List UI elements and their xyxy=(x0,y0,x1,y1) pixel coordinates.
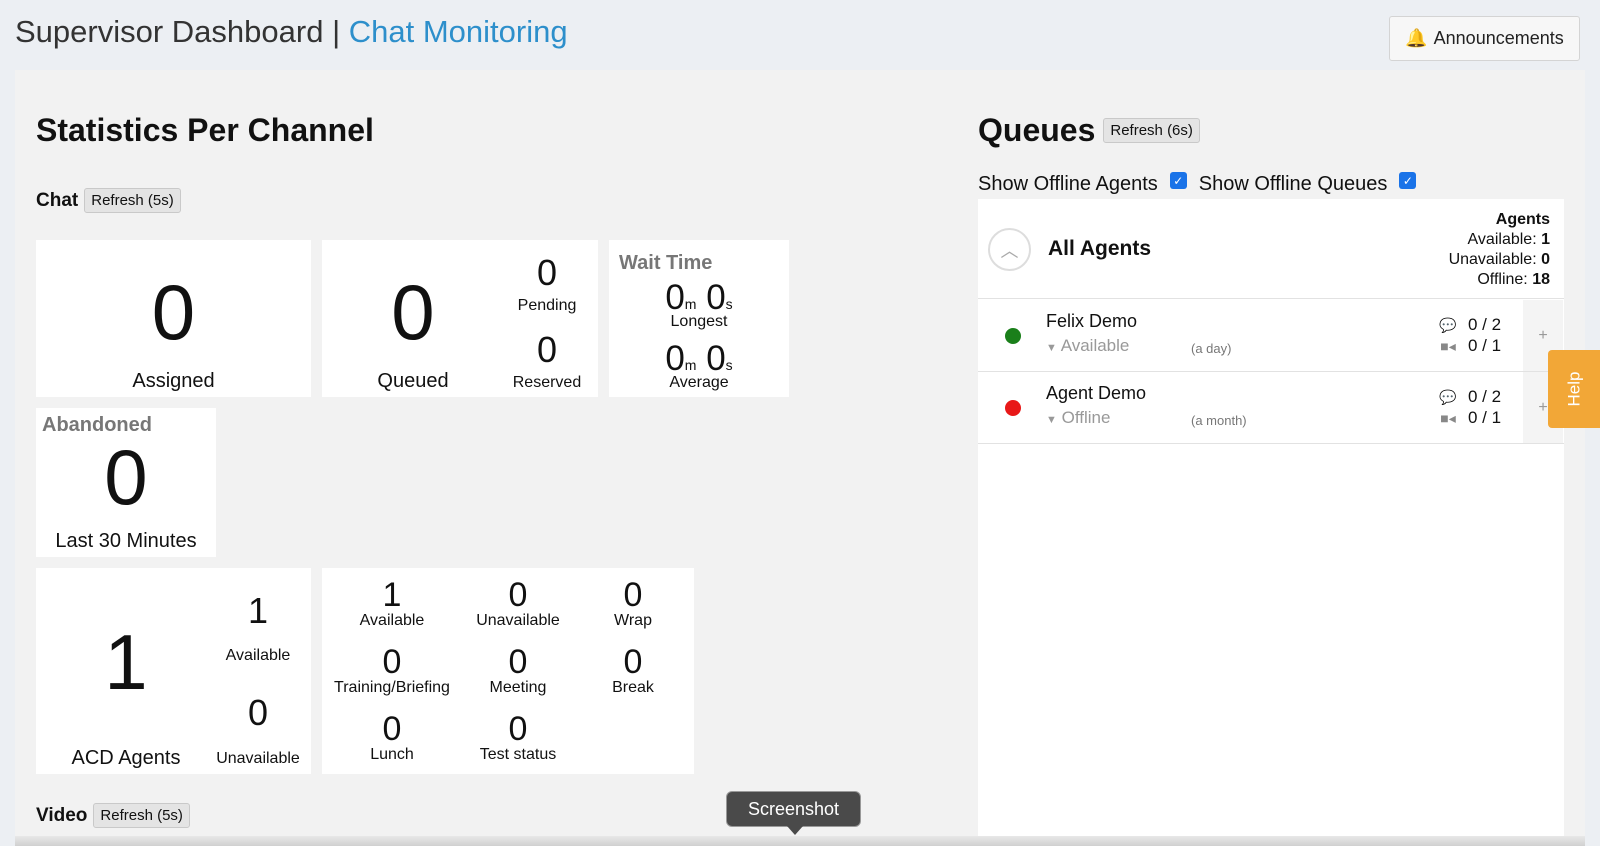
state-cell: 0 Wrap xyxy=(614,576,652,629)
average-label: Average xyxy=(669,374,729,391)
chat-label: Chat xyxy=(36,189,79,211)
abandoned-value: 0 xyxy=(104,433,148,521)
video-label: Video xyxy=(36,804,88,826)
acd-unavailable-label: Unavailable xyxy=(216,750,300,767)
assigned-value: 0 xyxy=(151,268,196,356)
acd-available-value: 1 xyxy=(247,590,269,631)
abandoned-card: Abandoned 0 Last 30 Minutes xyxy=(36,408,216,557)
average-value: 0m 0s xyxy=(665,339,733,378)
queued-value: 0 xyxy=(391,268,435,356)
chat-capacity: 💬 0 / 2 xyxy=(1439,315,1502,334)
announcements-button[interactable]: 🔔 Announcements xyxy=(1389,16,1580,61)
acd-agents-label: ACD Agents xyxy=(71,747,181,769)
agent-row[interactable]: Agent Demo ▼ Offline (a month) 💬 0 / 2 ■◂… xyxy=(978,372,1564,444)
agent-status-dropdown[interactable]: ▼ Available xyxy=(1046,336,1129,356)
acd-agents-value: 1 xyxy=(104,618,148,706)
collapse-chevron-icon[interactable]: ︿ xyxy=(988,228,1031,271)
state-cell: 0 Training/Briefing xyxy=(334,643,450,696)
agent-status-dropdown[interactable]: ▼ Offline xyxy=(1046,408,1110,428)
wait-time-title: Wait Time xyxy=(619,252,713,274)
chat-section-label: Chat Refresh (5s) xyxy=(36,188,181,213)
acd-agents-card: 1 ACD Agents 1 Available 0 Unavailable xyxy=(36,568,311,774)
bottom-shadow xyxy=(15,836,1585,846)
agent-status-since: (a day) xyxy=(1191,341,1232,356)
longest-value: 0m 0s xyxy=(665,278,733,317)
assigned-card: 0 Assigned xyxy=(36,240,311,397)
video-capacity: ■◂ 0 / 1 xyxy=(1438,408,1501,428)
abandoned-label: Last 30 Minutes xyxy=(55,530,197,552)
show-offline-agents-label: Show Offline Agents xyxy=(978,173,1158,195)
queues-header: Queues Refresh (6s) xyxy=(978,112,1200,149)
title-separator: | xyxy=(332,14,341,49)
chat-monitoring-link[interactable]: Chat Monitoring xyxy=(349,14,568,49)
video-section-label: Video Refresh (5s) xyxy=(36,803,190,828)
all-agents-row: ︿ All Agents Agents Available: 1 Unavail… xyxy=(978,199,1564,299)
acd-unavailable-value: 0 xyxy=(247,692,269,733)
show-offline-queues-label: Show Offline Queues xyxy=(1198,173,1388,195)
pending-value: 0 xyxy=(536,252,558,293)
statistics-title: Statistics Per Channel xyxy=(36,112,374,148)
video-camera-icon: ■◂ xyxy=(1440,409,1456,426)
wait-time-card: Wait Time 0m 0s Longest 0m 0s Average xyxy=(609,240,789,397)
bell-icon: 🔔 xyxy=(1405,28,1428,48)
longest-label: Longest xyxy=(670,313,728,330)
assigned-label: Assigned xyxy=(132,370,215,392)
state-cell: 0 Test status xyxy=(479,710,557,763)
pending-label: Pending xyxy=(517,297,577,314)
all-agents-label: All Agents xyxy=(1048,237,1152,260)
reserved-label: Reserved xyxy=(512,374,582,391)
video-refresh-button[interactable]: Refresh (5s) xyxy=(93,803,190,828)
offline-toggles: Show Offline Agents ✓ Show Offline Queue… xyxy=(978,172,1417,197)
page-title: Supervisor Dashboard xyxy=(15,14,324,49)
agent-states-card: 1 Available 0 Unavailable 0 Wrap 0 Training/… xyxy=(322,568,694,774)
screenshot-tooltip: Screenshot xyxy=(726,791,861,827)
agent-name: Felix Demo xyxy=(1046,311,1138,331)
agents-summary: Agents Available: 1 Unavailable: 0 Offli… xyxy=(1448,211,1550,288)
status-dot-icon xyxy=(1005,400,1021,416)
show-offline-agents-checkbox[interactable]: ✓ xyxy=(1169,172,1187,189)
acd-available-label: Available xyxy=(225,647,291,664)
state-cell: 0 Lunch xyxy=(370,710,414,763)
queues-refresh-button[interactable]: Refresh (6s) xyxy=(1103,118,1200,143)
agent-name: Agent Demo xyxy=(1046,383,1147,403)
chat-capacity: 💬 0 / 2 xyxy=(1439,387,1502,406)
tooltip-arrow xyxy=(787,826,803,835)
state-cell: 1 Available xyxy=(359,576,425,629)
video-camera-icon: ■◂ xyxy=(1440,337,1456,354)
queued-card: 0 Queued 0 Pending 0 Reserved xyxy=(322,240,598,397)
video-capacity: ■◂ 0 / 1 xyxy=(1438,336,1501,356)
announcements-label: Announcements xyxy=(1433,28,1564,48)
chat-bubble-icon: 💬 xyxy=(1439,316,1457,333)
agent-status-since: (a month) xyxy=(1191,413,1247,428)
state-cell: 0 Break xyxy=(612,643,654,696)
chat-bubble-icon: 💬 xyxy=(1439,388,1457,405)
show-offline-queues-checkbox[interactable]: ✓ xyxy=(1399,172,1417,189)
chat-refresh-button[interactable]: Refresh (5s) xyxy=(84,188,181,213)
help-label: Help xyxy=(1564,371,1583,407)
reserved-value: 0 xyxy=(536,329,558,370)
status-dot-icon xyxy=(1005,328,1021,344)
agent-row[interactable]: Felix Demo ▼ Available (a day) 💬 0 / 2 ■◂… xyxy=(978,300,1564,372)
queues-title: Queues xyxy=(978,112,1096,148)
page-header: Supervisor Dashboard | Chat Monitoring xyxy=(15,14,568,50)
help-tab[interactable]: Help xyxy=(1548,350,1600,428)
queued-label: Queued xyxy=(377,370,449,392)
queues-panel: ︿ All Agents Agents Available: 1 Unavail… xyxy=(978,199,1564,846)
